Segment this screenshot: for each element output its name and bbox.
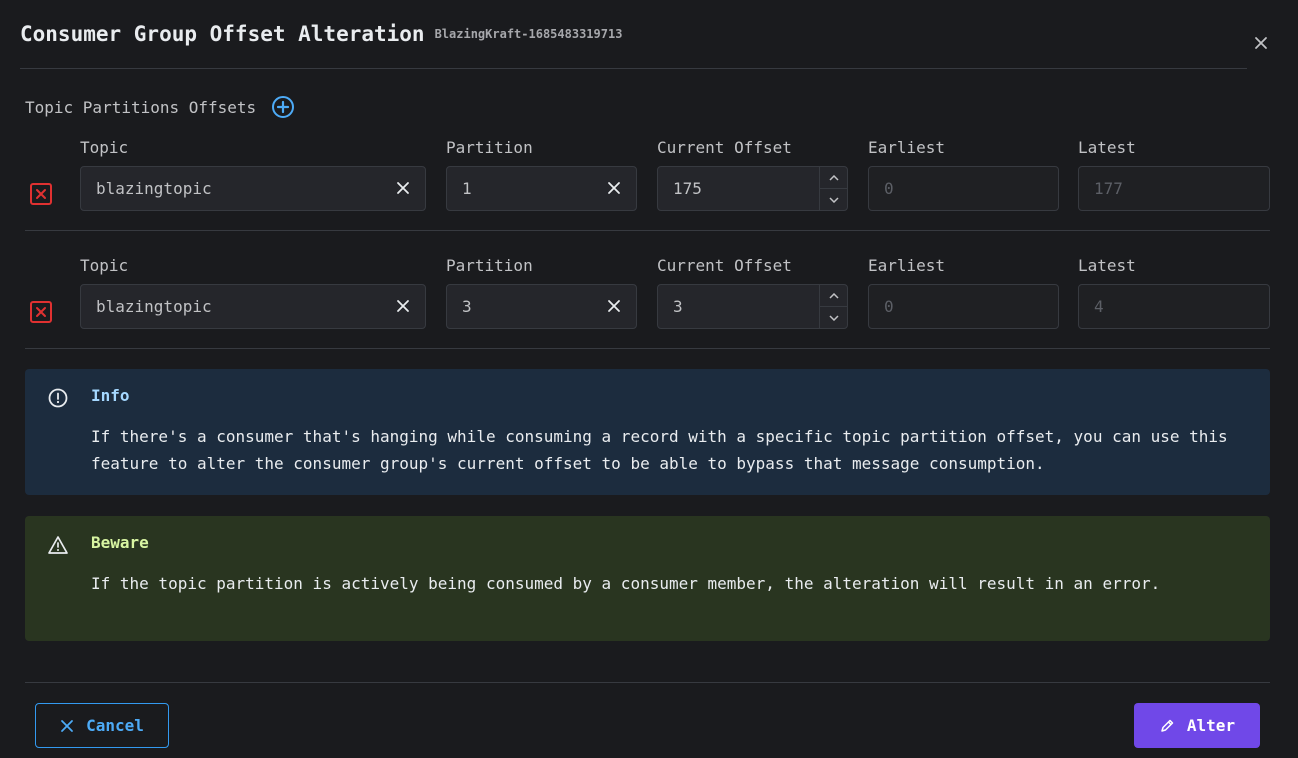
- current-offset-label: Current Offset: [657, 138, 792, 157]
- partition-label: Partition: [446, 256, 533, 275]
- info-alert-title: Info: [91, 386, 130, 405]
- current-offset-value: 3: [673, 297, 683, 316]
- latest-value: 177: [1094, 179, 1123, 198]
- current-offset-input[interactable]: 175: [657, 166, 848, 211]
- current-offset-field: Current Offset 175: [657, 130, 848, 211]
- latest-input: 177: [1078, 166, 1270, 211]
- partition-row: Topic blazingtopic Partition 1 Current O…: [25, 130, 1270, 231]
- partition-row: Topic blazingtopic Partition 3 Current O…: [25, 248, 1270, 349]
- earliest-value: 0: [884, 297, 894, 316]
- latest-value: 4: [1094, 297, 1104, 316]
- topic-label: Topic: [80, 138, 129, 157]
- modal-title: Consumer Group Offset Alteration: [20, 22, 425, 46]
- delete-square-icon[interactable]: [29, 300, 53, 324]
- earliest-field: Earliest 0: [868, 248, 1059, 329]
- latest-field: Latest 177: [1078, 130, 1270, 211]
- alert-triangle-icon: [47, 534, 69, 556]
- warning-alert: Beware If the topic partition is activel…: [25, 516, 1270, 641]
- clear-icon[interactable]: [604, 296, 624, 316]
- plus-circle-icon[interactable]: [270, 94, 296, 120]
- info-alert: Info If there's a consumer that's hangin…: [25, 369, 1270, 495]
- earliest-label: Earliest: [868, 256, 946, 275]
- clear-icon[interactable]: [393, 178, 413, 198]
- offset-stepper: [819, 167, 847, 210]
- modal-header: Consumer Group Offset Alteration Blazing…: [20, 18, 1247, 69]
- partition-label: Partition: [446, 138, 533, 157]
- topic-field: Topic blazingtopic: [80, 130, 426, 211]
- close-icon[interactable]: [1250, 32, 1272, 54]
- pencil-icon: [1159, 718, 1175, 734]
- chevron-down-icon[interactable]: [820, 307, 847, 328]
- clear-icon[interactable]: [393, 296, 413, 316]
- current-offset-value: 175: [673, 179, 702, 198]
- warning-alert-body: If the topic partition is actively being…: [91, 574, 1161, 593]
- latest-field: Latest 4: [1078, 248, 1270, 329]
- chevron-down-icon[interactable]: [820, 189, 847, 210]
- alter-button[interactable]: Alter: [1134, 703, 1260, 748]
- current-offset-input[interactable]: 3: [657, 284, 848, 329]
- chevron-up-icon[interactable]: [820, 167, 847, 189]
- earliest-field: Earliest 0: [868, 130, 1059, 211]
- modal-subtitle: BlazingKraft-1685483319713: [434, 27, 623, 41]
- footer-divider: [25, 682, 1270, 683]
- topic-value: blazingtopic: [96, 179, 212, 198]
- earliest-input: 0: [868, 284, 1059, 329]
- topic-select[interactable]: blazingtopic: [80, 284, 426, 329]
- partition-select[interactable]: 1: [446, 166, 637, 211]
- current-offset-field: Current Offset 3: [657, 248, 848, 329]
- partition-value: 1: [462, 179, 472, 198]
- offset-alteration-modal: Consumer Group Offset Alteration Blazing…: [0, 0, 1298, 758]
- section-header: Topic Partitions Offsets: [25, 94, 296, 120]
- clear-icon[interactable]: [604, 178, 624, 198]
- chevron-up-icon[interactable]: [820, 285, 847, 307]
- offset-stepper: [819, 285, 847, 328]
- earliest-input: 0: [868, 166, 1059, 211]
- cancel-label: Cancel: [86, 716, 144, 735]
- x-icon: [60, 719, 74, 733]
- partition-value: 3: [462, 297, 472, 316]
- partition-field: Partition 1: [446, 130, 637, 211]
- section-label: Topic Partitions Offsets: [25, 97, 257, 117]
- info-circle-icon: [47, 387, 69, 409]
- earliest-value: 0: [884, 179, 894, 198]
- partition-field: Partition 3: [446, 248, 637, 329]
- cancel-button[interactable]: Cancel: [35, 703, 169, 748]
- partition-select[interactable]: 3: [446, 284, 637, 329]
- alter-label: Alter: [1186, 716, 1236, 735]
- topic-field: Topic blazingtopic: [80, 248, 426, 329]
- topic-value: blazingtopic: [96, 297, 212, 316]
- current-offset-label: Current Offset: [657, 256, 792, 275]
- topic-select[interactable]: blazingtopic: [80, 166, 426, 211]
- delete-square-icon[interactable]: [29, 182, 53, 206]
- latest-input: 4: [1078, 284, 1270, 329]
- latest-label: Latest: [1078, 138, 1136, 157]
- topic-label: Topic: [80, 256, 129, 275]
- warning-alert-title: Beware: [91, 533, 149, 552]
- latest-label: Latest: [1078, 256, 1136, 275]
- info-alert-body: If there's a consumer that's hanging whi…: [91, 427, 1228, 473]
- earliest-label: Earliest: [868, 138, 946, 157]
